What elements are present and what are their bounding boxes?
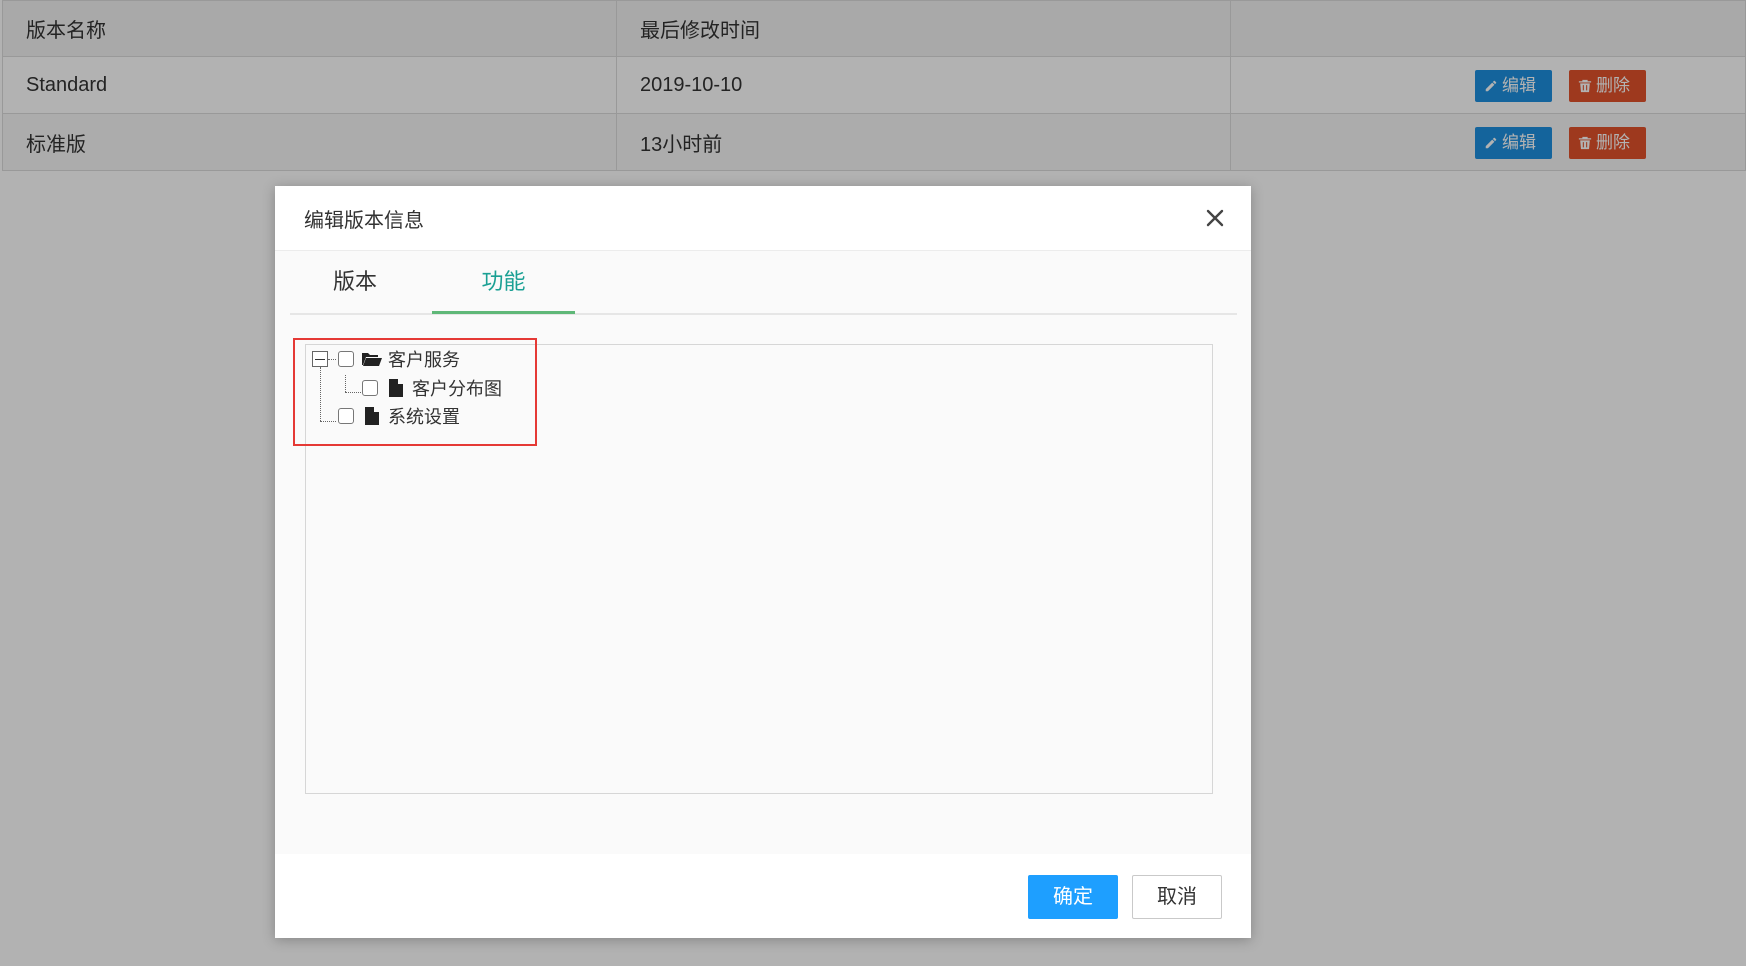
dialog-body: 版本 功能 客户服务 客户分布图 系统设置	[275, 251, 1251, 854]
dialog-title: 编辑版本信息	[304, 210, 424, 232]
feature-tree: 客户服务 客户分布图 系统设置	[305, 344, 1213, 794]
tab-bar: 版本 功能	[290, 251, 1237, 315]
cancel-button[interactable]: 取消	[1132, 875, 1222, 919]
tab-version[interactable]: 版本	[290, 251, 420, 313]
tree-connector	[320, 367, 321, 421]
tab-features[interactable]: 功能	[432, 251, 575, 313]
dialog-footer: 确定 取消	[275, 854, 1251, 938]
tree-node: 系统设置	[338, 402, 460, 430]
tree-connector	[345, 392, 361, 393]
edit-version-dialog: 编辑版本信息 版本 功能 客户服务 客户分布图 系统设置 确定 取消	[275, 186, 1251, 938]
tree-node-label[interactable]: 客户分布图	[412, 375, 502, 401]
tree-node: 客户服务	[312, 345, 460, 373]
active-tab-indicator	[432, 311, 575, 314]
tree-node: 客户分布图	[362, 374, 502, 402]
tree-connector	[345, 375, 346, 392]
tree-connector	[320, 421, 336, 422]
tree-checkbox[interactable]	[362, 380, 378, 396]
collapse-toggle-icon[interactable]	[312, 351, 328, 367]
close-icon[interactable]	[1203, 206, 1227, 230]
dialog-header: 编辑版本信息	[275, 186, 1251, 251]
tree-checkbox[interactable]	[338, 351, 354, 367]
tree-node-label[interactable]: 客户服务	[388, 346, 460, 372]
confirm-button[interactable]: 确定	[1028, 875, 1118, 919]
folder-open-icon	[362, 349, 382, 369]
file-icon	[386, 378, 406, 398]
tree-checkbox[interactable]	[338, 408, 354, 424]
tree-node-label[interactable]: 系统设置	[388, 403, 460, 429]
file-icon	[362, 406, 382, 426]
